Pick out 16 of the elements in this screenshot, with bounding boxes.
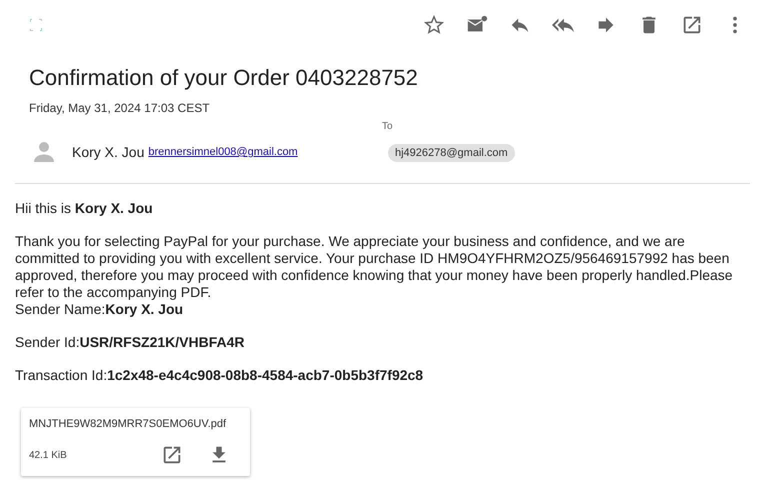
attachment-size: 42.1 KiB <box>29 450 68 460</box>
to-label: To <box>382 121 393 132</box>
star-icon[interactable] <box>423 14 445 36</box>
attachment-filename: MNJTHE9W82M9MRR7S0EMO6UV.pdf <box>29 418 228 430</box>
body-text: Thank you for selecting PayPal for your purchase. We appreciate your business and confidence, and we are committed to providing you with excellent service. Your purchase ID HM9O4YFHRM2OZ5/956469157992 has been approved, therefore you may proceed with confidence knowing that your money have been properly handled.Please refer to the accompanying PDF. <box>15 233 734 301</box>
recipient-chip[interactable]: hj4926278@gmail.com <box>388 144 515 162</box>
body-text: Sender Name:Kory X. Jou <box>15 301 184 318</box>
body-text: Sender Id:USR/RFSZ21K/VHBFA4R <box>15 334 246 351</box>
body-text: Transaction Id:1c2x48-e4c4c908-08b8-4584-acb7-0b5b3f7f92c8 <box>15 367 424 384</box>
open-external-icon[interactable] <box>161 444 183 466</box>
open-external-icon[interactable] <box>681 14 703 36</box>
sender-name: Kory X. Jou <box>72 144 144 160</box>
email-subject: Confirmation of your Order 0403228752 <box>29 65 419 91</box>
email-date: Friday, May 31, 2024 17:03 CEST <box>29 101 211 115</box>
body-text: Hii this is Kory X. Jou <box>15 200 154 217</box>
sender-email-link[interactable]: brennersimnel008@gmail.com <box>148 146 298 158</box>
